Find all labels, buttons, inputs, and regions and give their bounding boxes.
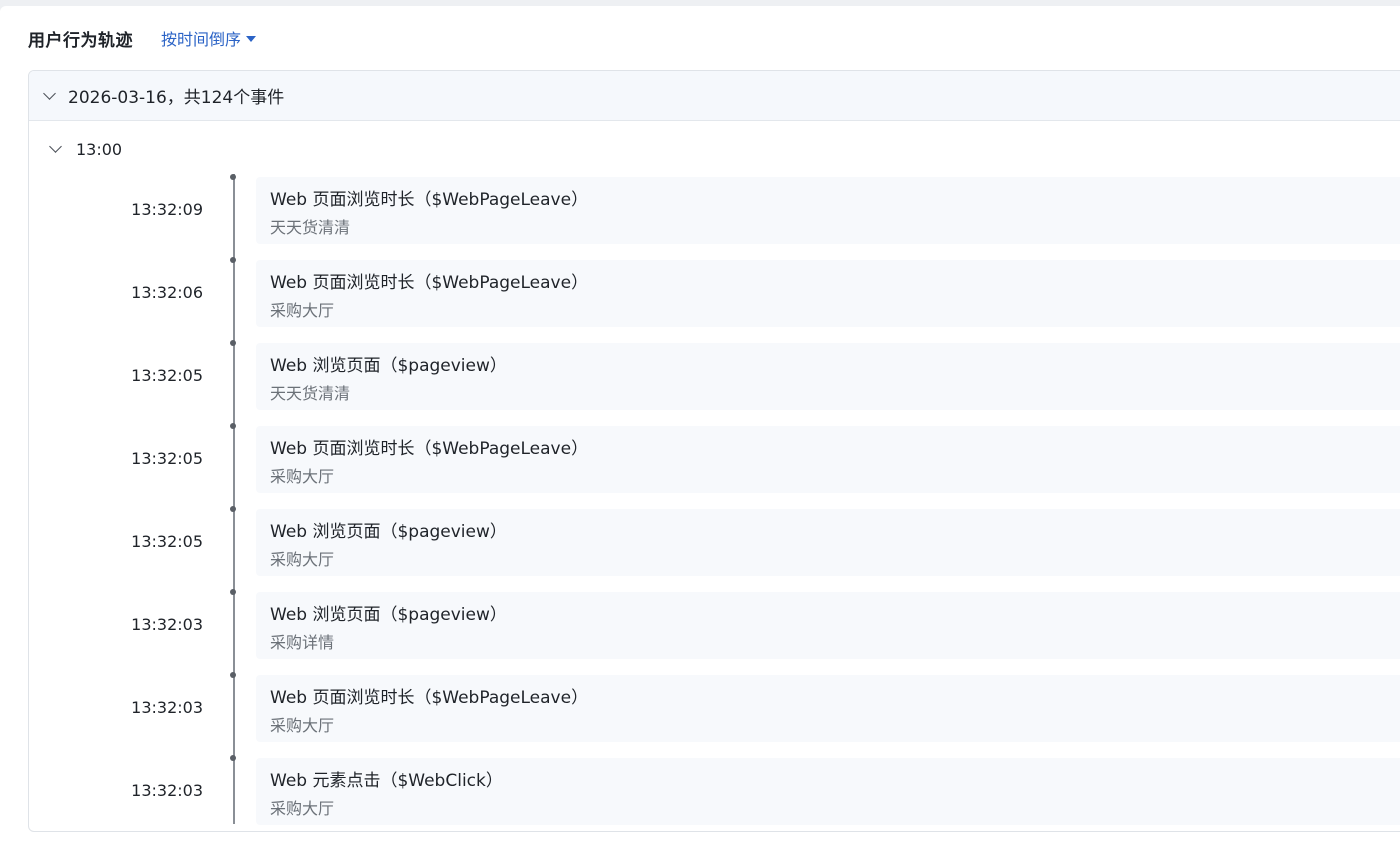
event-timeline-card: 2026-03-16，共124个事件 13:00 13:32:09 Web 页面… (28, 70, 1400, 832)
event-card[interactable]: Web 页面浏览时长（$WebPageLeave） 采购大厅 (256, 675, 1400, 742)
event-page: 天天货清清 (270, 218, 351, 237)
event-item: 13:32:09 Web 页面浏览时长（$WebPageLeave） 天天货清清 (29, 174, 1400, 244)
sort-order-label: 按时间倒序 (161, 30, 242, 49)
event-time: 13:32:03 (131, 615, 203, 634)
hour-group-header[interactable]: 13:00 (49, 137, 123, 161)
sort-order-dropdown[interactable]: 按时间倒序 (161, 26, 257, 50)
event-page: 采购大厅 (270, 301, 335, 320)
event-card[interactable]: Web 浏览页面（$pageview） 天天货清清 (256, 343, 1400, 410)
event-page: 采购详情 (270, 633, 335, 652)
timeline-dot (230, 257, 236, 263)
event-page: 采购大厅 (270, 550, 335, 569)
timeline-dot (230, 423, 236, 429)
user-behavior-panel: 用户行为轨迹 按时间倒序 2026-03-16，共124个事件 13:00 13… (0, 6, 1400, 847)
event-item: 13:32:05 Web 页面浏览时长（$WebPageLeave） 采购大厅 (29, 423, 1400, 493)
event-name: Web 浏览页面（$pageview） (270, 605, 507, 625)
event-card[interactable]: Web 浏览页面（$pageview） 采购大厅 (256, 509, 1400, 576)
event-time: 13:32:09 (131, 200, 203, 219)
timeline-dot (230, 672, 236, 678)
event-card[interactable]: Web 页面浏览时长（$WebPageLeave） 采购大厅 (256, 260, 1400, 327)
event-time: 13:32:05 (131, 532, 203, 551)
event-item: 13:32:06 Web 页面浏览时长（$WebPageLeave） 采购大厅 (29, 257, 1400, 327)
event-time: 13:32:06 (131, 283, 203, 302)
timeline-dot (230, 340, 236, 346)
event-item: 13:32:03 Web 浏览页面（$pageview） 采购详情 (29, 589, 1400, 659)
page-title: 用户行为轨迹 (28, 30, 133, 51)
event-name: Web 浏览页面（$pageview） (270, 356, 507, 376)
event-item: 13:32:05 Web 浏览页面（$pageview） 采购大厅 (29, 506, 1400, 576)
event-time: 13:32:05 (131, 449, 203, 468)
timeline-dot (230, 506, 236, 512)
event-item: 13:32:03 Web 页面浏览时长（$WebPageLeave） 采购大厅 (29, 672, 1400, 742)
event-name: Web 页面浏览时长（$WebPageLeave） (270, 273, 589, 293)
day-group-header[interactable]: 2026-03-16，共124个事件 (29, 71, 1400, 121)
caret-down-icon (246, 36, 257, 42)
event-time: 13:32:03 (131, 698, 203, 717)
event-card[interactable]: Web 页面浏览时长（$WebPageLeave） 采购大厅 (256, 426, 1400, 493)
event-page: 采购大厅 (270, 716, 335, 735)
panel-header: 用户行为轨迹 按时间倒序 (28, 26, 257, 51)
event-name: Web 页面浏览时长（$WebPageLeave） (270, 688, 589, 708)
timeline-dot (230, 589, 236, 595)
event-name: Web 页面浏览时长（$WebPageLeave） (270, 190, 589, 210)
event-page: 采购大厅 (270, 799, 335, 818)
event-name: Web 浏览页面（$pageview） (270, 522, 507, 542)
event-time: 13:32:03 (131, 781, 203, 800)
day-group-label: 2026-03-16，共124个事件 (68, 88, 285, 108)
chevron-down-icon (43, 86, 56, 100)
chevron-down-icon (49, 140, 62, 153)
event-card[interactable]: Web 页面浏览时长（$WebPageLeave） 天天货清清 (256, 177, 1400, 244)
event-name: Web 元素点击（$WebClick） (270, 771, 503, 791)
event-card[interactable]: Web 元素点击（$WebClick） 采购大厅 (256, 758, 1400, 825)
event-page: 天天货清清 (270, 384, 351, 403)
event-item: 13:32:05 Web 浏览页面（$pageview） 天天货清清 (29, 340, 1400, 410)
timeline-dot (230, 174, 236, 180)
event-page: 采购大厅 (270, 467, 335, 486)
event-item: 13:32:03 Web 元素点击（$WebClick） 采购大厅 (29, 755, 1400, 825)
event-name: Web 页面浏览时长（$WebPageLeave） (270, 439, 589, 459)
hour-group-label: 13:00 (76, 139, 123, 159)
event-card[interactable]: Web 浏览页面（$pageview） 采购详情 (256, 592, 1400, 659)
timeline-dot (230, 755, 236, 761)
event-time: 13:32:05 (131, 366, 203, 385)
